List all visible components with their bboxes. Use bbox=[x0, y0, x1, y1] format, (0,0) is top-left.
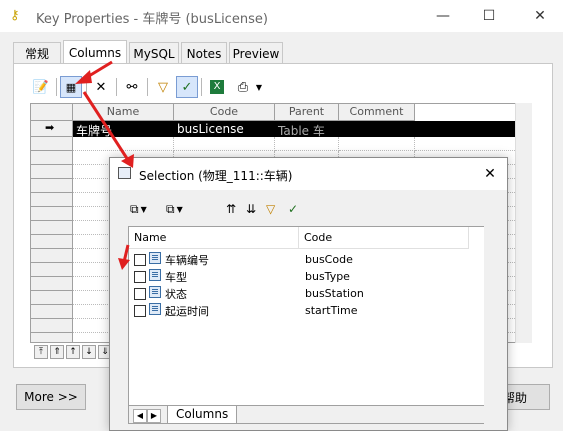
annotation-arrowhead-3 bbox=[118, 258, 130, 270]
annotation-arrows bbox=[75, 60, 134, 270]
annotation-arrowhead-1 bbox=[75, 70, 92, 84]
annotation-arrow-2 bbox=[82, 91, 130, 161]
annotation-arrowhead-2 bbox=[121, 154, 134, 168]
